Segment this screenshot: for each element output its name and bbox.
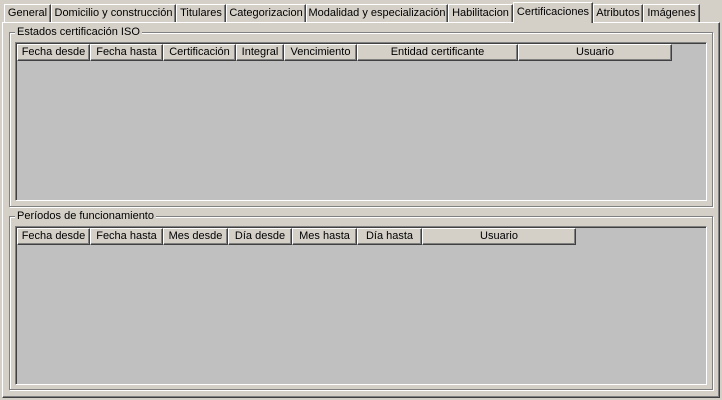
column-header-certificacion[interactable]: Certificación (163, 44, 236, 61)
column-header-integral[interactable]: Integral (236, 44, 284, 61)
tab-domicilio-y-construccion[interactable]: Domicilio y construcción (51, 4, 176, 22)
column-header-fecha-hasta[interactable]: Fecha hasta (90, 44, 163, 61)
iso-certification-grid[interactable]: Fecha desde Fecha hasta Certificación In… (15, 42, 707, 201)
column-header-dia-desde[interactable]: Día desde (228, 228, 292, 245)
iso-certification-group: Estados certificación ISO Fecha desde Fe… (9, 25, 713, 207)
tab-general[interactable]: General (4, 4, 51, 22)
column-header-usuario[interactable]: Usuario (422, 228, 576, 245)
column-header-dia-hasta[interactable]: Día hasta (357, 228, 422, 245)
tab-modalidad-y-especializacion[interactable]: Modalidad y especialización (306, 4, 448, 22)
iso-certification-grid-body[interactable]: Fecha desde Fecha hasta Certificación In… (16, 43, 706, 200)
certificaciones-tab-page: Estados certificación ISO Fecha desde Fe… (2, 22, 720, 398)
column-header-usuario[interactable]: Usuario (518, 44, 672, 61)
column-header-entidad-certificante[interactable]: Entidad certificante (357, 44, 518, 61)
tab-imagenes[interactable]: Imágenes (643, 4, 700, 22)
column-header-fecha-hasta[interactable]: Fecha hasta (90, 228, 163, 245)
operating-periods-group: Períodos de funcionamiento Fecha desde F… (9, 209, 713, 390)
operating-periods-grid-body[interactable]: Fecha desde Fecha hasta Mes desde Día de… (16, 227, 706, 384)
tab-habilitacion[interactable]: Habilitacion (448, 4, 513, 22)
column-header-mes-hasta[interactable]: Mes hasta (292, 228, 357, 245)
iso-certification-group-title: Estados certificación ISO (15, 25, 142, 39)
column-header-fecha-desde[interactable]: Fecha desde (17, 228, 90, 245)
tab-categorizacion[interactable]: Categorizacion (226, 4, 306, 22)
operating-periods-grid-header: Fecha desde Fecha hasta Mes desde Día de… (17, 228, 576, 245)
iso-certification-grid-header: Fecha desde Fecha hasta Certificación In… (17, 44, 672, 61)
column-header-vencimiento[interactable]: Vencimiento (284, 44, 357, 61)
tab-atributos[interactable]: Atributos (593, 4, 643, 22)
tab-strip: General Domicilio y construcción Titular… (2, 2, 720, 23)
tab-titulares[interactable]: Titulares (176, 4, 226, 22)
tab-certificaciones[interactable]: Certificaciones (513, 2, 593, 23)
column-header-mes-desde[interactable]: Mes desde (163, 228, 228, 245)
operating-periods-group-title: Períodos de funcionamiento (15, 209, 156, 223)
operating-periods-grid[interactable]: Fecha desde Fecha hasta Mes desde Día de… (15, 226, 707, 385)
column-header-fecha-desde[interactable]: Fecha desde (17, 44, 90, 61)
